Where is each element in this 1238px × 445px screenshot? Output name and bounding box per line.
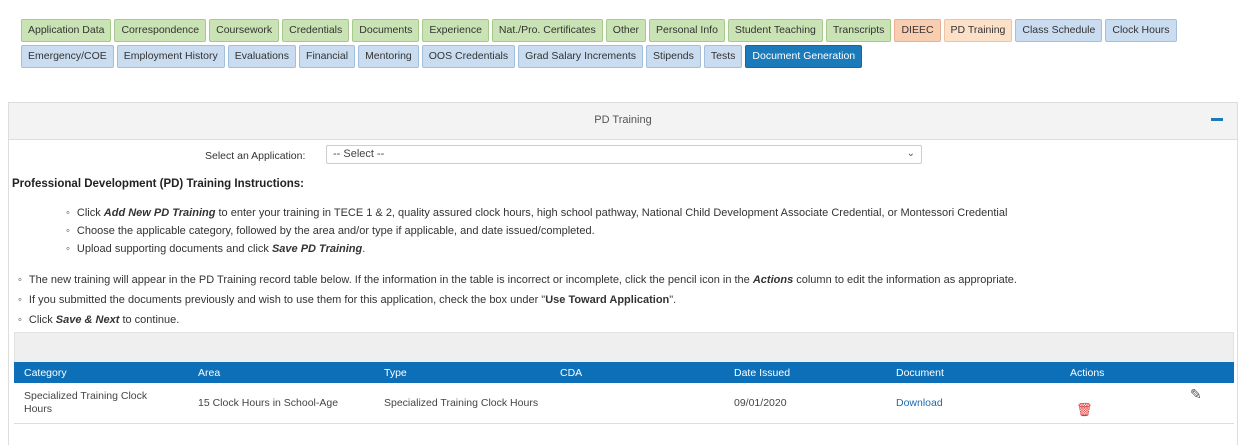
tab-application-data[interactable]: Application Data bbox=[21, 19, 112, 42]
minus-icon[interactable] bbox=[1211, 118, 1223, 121]
cell-area: 15 Clock Hours in School-Age bbox=[188, 383, 374, 424]
tab-dieec[interactable]: DIEEC bbox=[894, 19, 941, 42]
table-header-row: Category Area Type CDA Date Issued Docum… bbox=[14, 362, 1234, 383]
tab-other[interactable]: Other bbox=[605, 19, 647, 42]
tab-clock-hours[interactable]: Clock Hours bbox=[1105, 19, 1177, 42]
table-toolbar bbox=[14, 332, 1234, 363]
pencil-icon[interactable]: ✎ bbox=[1190, 387, 1202, 401]
actions-ref: Actions bbox=[752, 274, 794, 286]
panel-title: PD Training bbox=[594, 114, 652, 126]
tab-nat-pro-certificates[interactable]: Nat./Pro. Certificates bbox=[491, 19, 603, 42]
list-item: Click Add New PD Training to enter your … bbox=[66, 204, 1008, 222]
save-next-ref: Save & Next bbox=[55, 314, 120, 326]
instructions-title: Professional Development (PD) Training I… bbox=[12, 178, 305, 190]
cell-type: Specialized Training Clock Hours bbox=[374, 383, 550, 424]
list-item: If you submitted the documents previousl… bbox=[18, 290, 1017, 310]
download-link[interactable]: Download bbox=[896, 397, 943, 409]
tab-experience[interactable]: Experience bbox=[422, 19, 489, 42]
tab-pd-training[interactable]: PD Training bbox=[943, 19, 1013, 42]
cell-date-issued: 09/01/2020 bbox=[724, 383, 886, 424]
tab-row-2: Emergency/COE Employment History Evaluat… bbox=[21, 45, 1221, 68]
tab-evaluations[interactable]: Evaluations bbox=[227, 45, 297, 68]
chevron-down-icon: ⌄ bbox=[906, 148, 915, 159]
use-toward-application-ref: Use Toward Application bbox=[545, 294, 670, 306]
tab-student-teaching[interactable]: Student Teaching bbox=[727, 19, 823, 42]
list-item: Click Save & Next to continue. bbox=[18, 310, 1017, 330]
instructions-sub-list: Click Add New PD Training to enter your … bbox=[66, 204, 1008, 258]
tab-employment-history[interactable]: Employment History bbox=[116, 45, 225, 68]
add-new-pd-training-ref: Add New PD Training bbox=[103, 207, 216, 219]
tab-credentials[interactable]: Credentials bbox=[282, 19, 350, 42]
tab-emergency-coe[interactable]: Emergency/COE bbox=[21, 45, 114, 68]
instructions-main-list: The new training will appear in the PD T… bbox=[18, 270, 1017, 330]
select-application-dropdown[interactable]: -- Select -- ⌄ bbox=[326, 145, 922, 164]
tab-stipends[interactable]: Stipends bbox=[646, 45, 701, 68]
column-header-date-issued[interactable]: Date Issued bbox=[724, 362, 886, 383]
select-application-label: Select an Application: bbox=[205, 150, 306, 162]
cell-document: Download bbox=[886, 383, 1060, 424]
tab-bar: Application Data Correspondence Coursewo… bbox=[21, 19, 1221, 71]
select-application-value: -- Select -- bbox=[333, 148, 385, 160]
tab-mentoring[interactable]: Mentoring bbox=[358, 45, 419, 68]
tab-coursework[interactable]: Coursework bbox=[209, 19, 280, 42]
tab-grad-salary-increments[interactable]: Grad Salary Increments bbox=[518, 45, 644, 68]
tab-transcripts[interactable]: Transcripts bbox=[825, 19, 892, 42]
tab-class-schedule[interactable]: Class Schedule bbox=[1015, 19, 1103, 42]
column-header-type[interactable]: Type bbox=[374, 362, 550, 383]
tab-financial[interactable]: Financial bbox=[299, 45, 356, 68]
tab-oos-credentials[interactable]: OOS Credentials bbox=[421, 45, 516, 68]
list-item: Upload supporting documents and click Sa… bbox=[66, 240, 1007, 258]
cell-cda bbox=[550, 383, 724, 424]
tab-row-1: Application Data Correspondence Coursewo… bbox=[21, 19, 1221, 42]
tab-document-generation[interactable]: Document Generation bbox=[745, 45, 863, 68]
tab-personal-info[interactable]: Personal Info bbox=[649, 19, 725, 42]
column-header-document[interactable]: Document bbox=[886, 362, 1060, 383]
cell-category: Specialized Training Clock Hours bbox=[14, 383, 188, 424]
table-row: Specialized Training Clock Hours 15 Cloc… bbox=[14, 383, 1234, 424]
column-header-category[interactable]: Category bbox=[14, 362, 188, 383]
column-header-area[interactable]: Area bbox=[188, 362, 374, 383]
list-item: The new training will appear in the PD T… bbox=[18, 270, 1017, 290]
save-pd-training-ref: Save PD Training bbox=[271, 243, 363, 255]
tab-correspondence[interactable]: Correspondence bbox=[114, 19, 207, 42]
column-header-cda[interactable]: CDA bbox=[550, 362, 724, 383]
column-header-actions: Actions bbox=[1060, 362, 1234, 383]
list-item: Choose the applicable category, followed… bbox=[66, 222, 1007, 240]
tab-documents[interactable]: Documents bbox=[352, 19, 420, 42]
panel-header[interactable]: PD Training bbox=[9, 103, 1237, 140]
trash-icon[interactable]: 🗑 bbox=[1076, 403, 1093, 416]
cell-actions: ✎ 🗑 bbox=[1060, 383, 1234, 424]
pd-training-table: Category Area Type CDA Date Issued Docum… bbox=[14, 362, 1234, 424]
tab-tests[interactable]: Tests bbox=[703, 45, 743, 68]
